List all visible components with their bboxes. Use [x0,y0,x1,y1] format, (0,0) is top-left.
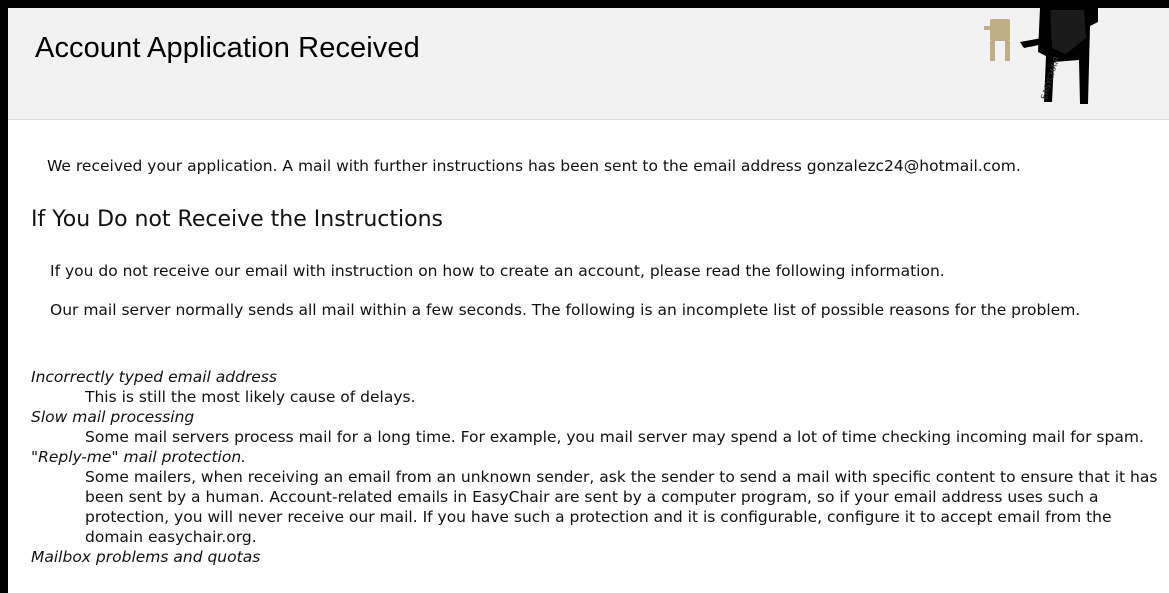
page-frame: Account Application Received EASYCHAIR W… [8,8,1169,593]
reason-term: Incorrectly typed email address [31,368,277,386]
reasons-intro-paragraph: Our mail server normally sends all mail … [50,301,1081,319]
page-header: Account Application Received EASYCHAIR [8,8,1169,120]
reason-description: Some mail servers process mail for a lon… [85,428,1144,446]
reason-term: Mailbox problems and quotas [31,548,261,566]
intro-paragraph: If you do not receive our email with ins… [50,262,945,280]
confirmation-message: We received your application. A mail wit… [47,157,1021,175]
reason-description: Some mailers, when receiving an email fr… [85,468,1158,546]
easychair-logo[interactable]: EASYCHAIR [980,8,1100,108]
page-title: Account Application Received [35,32,420,64]
logo-small-chair-icon [984,19,1010,61]
section-heading: If You Do not Receive the Instructions [31,207,443,232]
reasons-list: Incorrectly typed email address This is … [31,367,1161,567]
logo-large-chair-icon [1020,8,1098,104]
reason-term: "Reply-me" mail protection. [31,448,247,466]
reason-term: Slow mail processing [31,408,195,426]
reason-description: This is still the most likely cause of d… [85,388,416,406]
